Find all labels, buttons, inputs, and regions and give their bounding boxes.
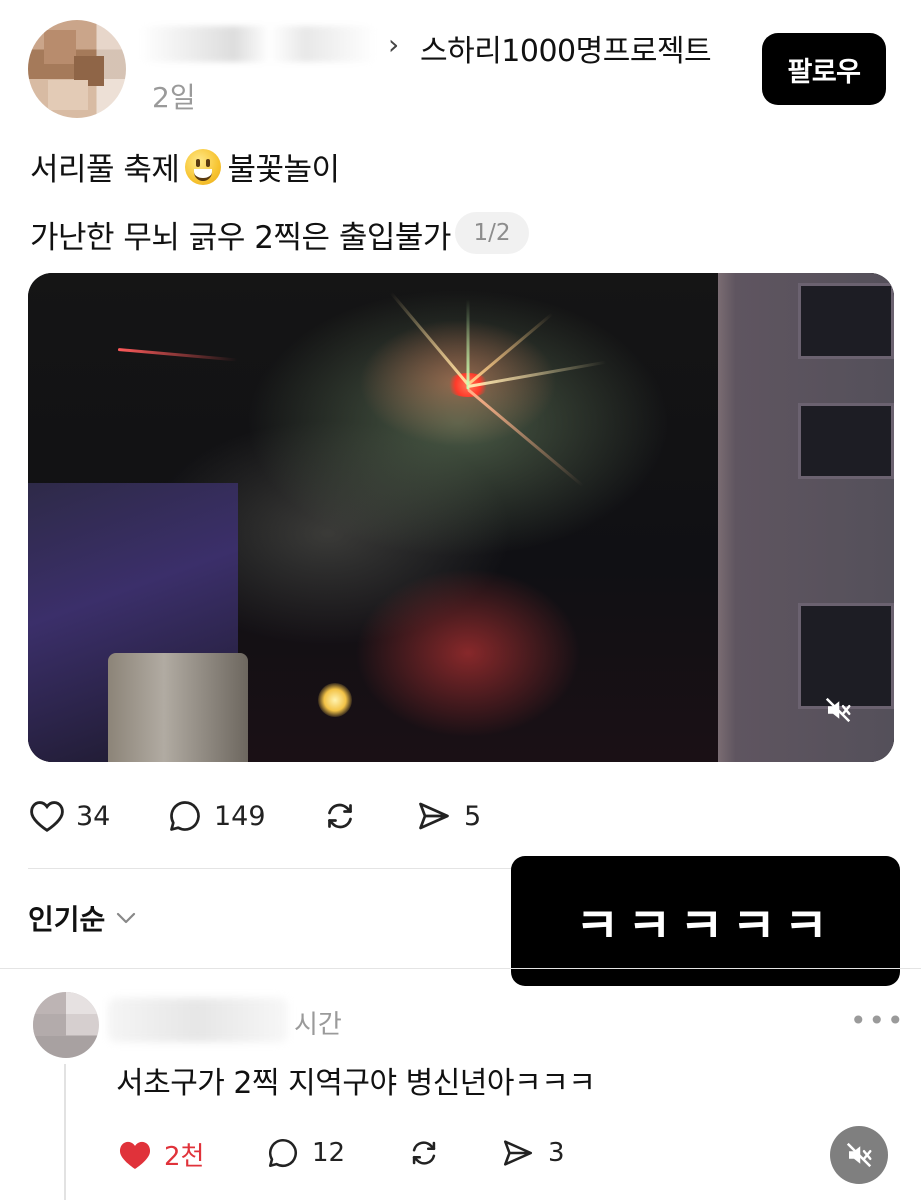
send-icon <box>503 1140 533 1166</box>
sort-label: 인기순 <box>28 903 106 936</box>
heart-icon <box>30 801 64 832</box>
repost-icon <box>328 803 352 829</box>
post-text-line1-a: 서리풀 축제 <box>30 152 180 188</box>
more-options-icon[interactable]: ••• <box>850 1004 906 1037</box>
repost-icon <box>412 1141 436 1165</box>
smiley-emoji-icon <box>185 148 222 185</box>
sort-dropdown[interactable]: 인기순 <box>28 898 137 938</box>
comment-share-action[interactable]: 3 <box>498 1136 565 1170</box>
video-mute-icon[interactable] <box>820 692 856 728</box>
like-count: 34 <box>76 800 111 832</box>
comment-reply-count: 12 <box>312 1138 346 1168</box>
commenter-name-blurred <box>108 998 288 1042</box>
post-video[interactable] <box>28 273 894 762</box>
follow-button[interactable]: 팔로우 <box>762 33 886 105</box>
comment-bubble-icon <box>170 801 200 831</box>
share-count: 5 <box>464 800 482 832</box>
author-name-blurred <box>140 26 376 62</box>
comment-reply-action[interactable]: 12 <box>264 1136 345 1170</box>
heart-filled-icon <box>119 1141 151 1169</box>
comment-time: 시간 <box>294 1010 342 1040</box>
post-text-line1-b: 불꽃놀이 <box>227 152 340 188</box>
comment-like-count: 2천 <box>164 1142 205 1172</box>
comment-share-count: 3 <box>548 1138 565 1168</box>
community-link[interactable]: 스하리1000명프로젝트 <box>420 26 712 70</box>
media-pager-badge: 1/2 <box>455 212 529 254</box>
overlay-caption: ㅋㅋㅋㅋㅋ <box>511 856 900 986</box>
author-avatar[interactable] <box>28 20 126 118</box>
send-icon <box>419 802 449 830</box>
like-action[interactable]: 34 <box>28 798 110 834</box>
share-action[interactable]: 5 <box>414 798 481 834</box>
comment-repost-action[interactable] <box>404 1136 444 1170</box>
repost-action[interactable] <box>320 798 360 834</box>
breadcrumb-separator: › <box>388 28 400 61</box>
post-text-line1: 서리풀 축제 불꽃놀이 <box>30 144 340 189</box>
commenter-avatar[interactable] <box>33 992 99 1058</box>
post-time: 2일 <box>152 81 196 114</box>
comment-action[interactable]: 149 <box>166 798 266 834</box>
divider <box>0 968 921 969</box>
mute-toggle-icon[interactable] <box>830 1126 888 1184</box>
comment-count: 149 <box>214 800 266 832</box>
comment-text: 서초구가 2찍 지역구야 병신년아ㅋㅋㅋ <box>116 1066 596 1101</box>
comment-like-action[interactable]: 2천 <box>116 1136 204 1173</box>
comment-bubble-icon <box>268 1138 297 1168</box>
post-text-line2: 가난한 무뇌 긁우 2찍은 출입불가 <box>30 220 451 256</box>
chevron-down-icon <box>117 912 136 924</box>
thread-line <box>64 1064 66 1200</box>
